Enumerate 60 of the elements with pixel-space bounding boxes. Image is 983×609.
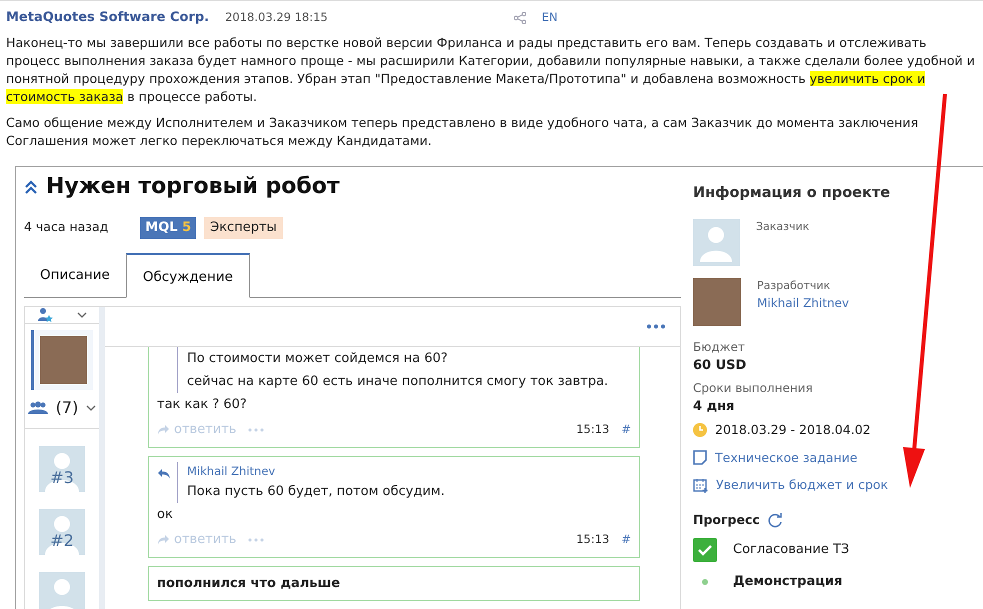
candidate-avatar[interactable]: #3: [39, 446, 85, 492]
photo-placeholder: [40, 336, 87, 384]
post-date: 2018.03.29 18:15: [225, 8, 328, 26]
project-title: Нужен торговый робот: [46, 173, 340, 201]
forward-arrow-icon: [157, 424, 170, 435]
posted-time: 4 часа назад: [24, 218, 108, 236]
reply-icon: [157, 468, 171, 480]
more-icon: [646, 324, 666, 328]
info-link[interactable]: Увеличить бюджет и срок: [693, 476, 983, 495]
field-value: 4 дня: [693, 398, 736, 416]
forward-arrow-icon: [157, 534, 170, 545]
caret-icon: [86, 404, 96, 410]
calendar-icon: [693, 478, 708, 494]
more-icon: [248, 538, 264, 542]
tab[interactable]: Обсуждение: [126, 252, 250, 298]
clock-icon: [693, 423, 707, 438]
message-text: ок: [157, 506, 174, 524]
quote-text: По стоимости может сойдемся на 60?: [187, 350, 449, 368]
quote-author[interactable]: Mikhail Zhitnev: [187, 462, 631, 480]
category-tag[interactable]: Эксперты: [204, 217, 283, 238]
double-chevron-up-icon: [24, 180, 38, 194]
message-anchor-link[interactable]: #: [621, 530, 631, 548]
caret-icon: [77, 312, 87, 318]
check-icon: [698, 544, 712, 556]
progress-title: Прогресс: [693, 511, 760, 529]
person-link[interactable]: Mikhail Zhitnev: [757, 294, 850, 312]
quote-text: Пока пусть 60 будет, потом обсудим.: [187, 482, 446, 500]
platform-tag[interactable]: MQL 5: [140, 217, 196, 238]
message-time: 15:13: [576, 420, 610, 438]
refresh-icon: [768, 512, 783, 528]
field-label: Бюджет: [693, 338, 746, 356]
share-icon: [514, 12, 526, 24]
info-link[interactable]: Техническое задание: [693, 448, 983, 468]
step-label: Демонстрация: [733, 572, 842, 591]
message-text: пополнился что дальше: [157, 574, 342, 592]
user-star-icon: [37, 306, 53, 322]
group-count: (7): [56, 396, 78, 418]
role-label: Разработчик: [757, 278, 832, 294]
field-value: 60 USD: [693, 356, 748, 375]
message-anchor-link[interactable]: #: [621, 420, 631, 438]
field-label: Сроки выполнения: [693, 380, 814, 398]
date-range: 2018.03.29 - 2018.04.02: [715, 420, 871, 439]
more-icon: [248, 428, 264, 432]
candidate-number: #2: [49, 530, 75, 552]
step-label: Согласование ТЗ: [733, 541, 850, 559]
role-label: Заказчик: [756, 218, 810, 235]
message-text: так как ? 60?: [157, 396, 248, 414]
candidate-avatar[interactable]: #2: [39, 508, 85, 554]
message-time: 15:13: [576, 530, 610, 548]
candidate-item[interactable]: [31, 330, 93, 390]
document-icon: [693, 450, 707, 466]
article-paragraph: Наконец-то мы завершили все работы по верстке новой версии Фриланса и рады представить его вам. Теперь создавать и отслеживать процесс выполнения заказа будет намного проще - мы расширили Категории, добавили популярные навыки, а также сделали более удобной и понятной процедуру прохождения этапов. Убран этап "Предоставление Макета/Прототипа" и добавлена возможность увеличить срок и стоимость заказа в процессе работы.: [6, 34, 976, 106]
quote-text: сейчас на карте 60 есть иначе пополнится смогу ток завтра.: [187, 372, 610, 390]
tab[interactable]: Описание: [24, 252, 126, 296]
language-link[interactable]: EN: [542, 8, 558, 26]
author-link[interactable]: MetaQuotes Software Corp.: [6, 8, 210, 28]
article-paragraph: Само общение между Исполнителем и Заказчиком теперь представлено в виде удобного чата, а сам Заказчик до момента заключения Соглашения может легко переключаться между Кандидатами.: [6, 114, 920, 150]
candidate-number: #3: [49, 466, 75, 488]
group-icon: [28, 400, 48, 414]
info-title: Информация о проекте: [693, 184, 892, 203]
